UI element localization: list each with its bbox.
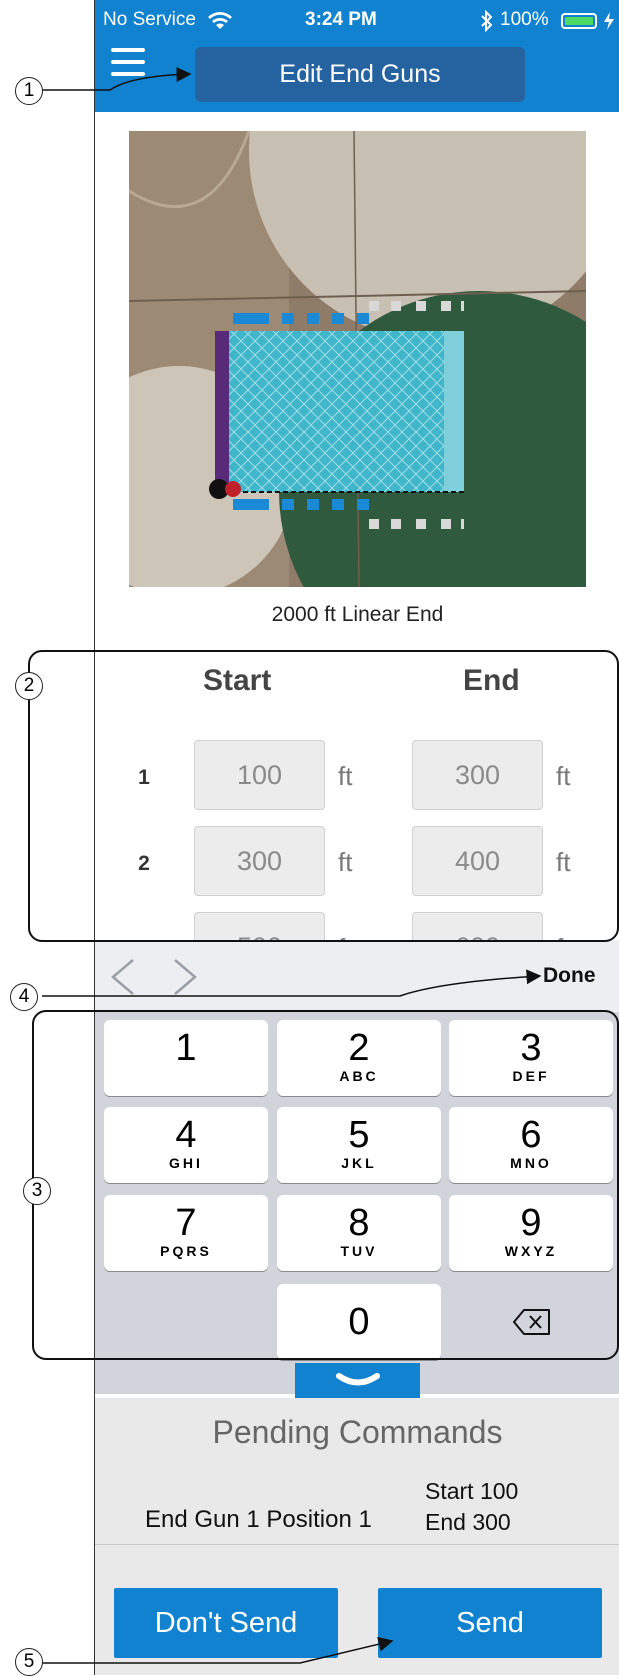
- callout-3: 3: [23, 1177, 51, 1205]
- callout-lines: [42, 66, 542, 1664]
- callout-1: 1: [15, 77, 43, 105]
- callout-4: 4: [10, 983, 38, 1011]
- callout-2: 2: [15, 672, 43, 700]
- callout-5: 5: [15, 1648, 43, 1676]
